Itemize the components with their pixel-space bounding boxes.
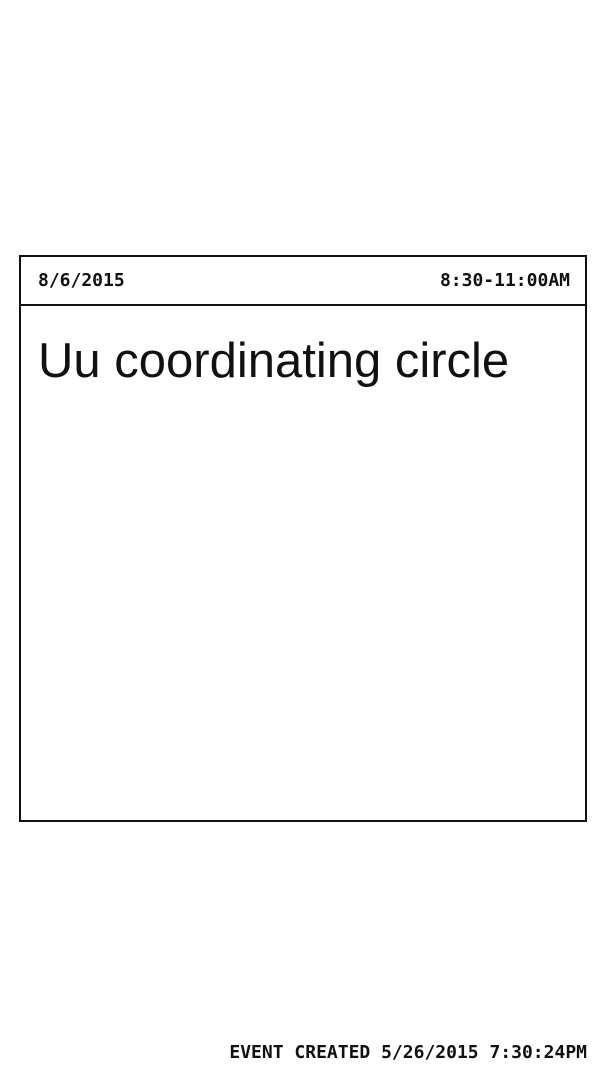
event-card: 8/6/2015 8:30-11:00AM Uu coordinating ci… [19, 255, 587, 822]
event-date: 8/6/2015 [38, 270, 125, 291]
event-time-range: 8:30-11:00AM [439, 270, 570, 291]
event-card-header: 8/6/2015 8:30-11:00AM [21, 257, 585, 306]
event-title: Uu coordinating circle [38, 334, 510, 388]
event-created-timestamp: EVENT CREATED 5/26/2015 7:30:24PM [229, 1042, 587, 1063]
